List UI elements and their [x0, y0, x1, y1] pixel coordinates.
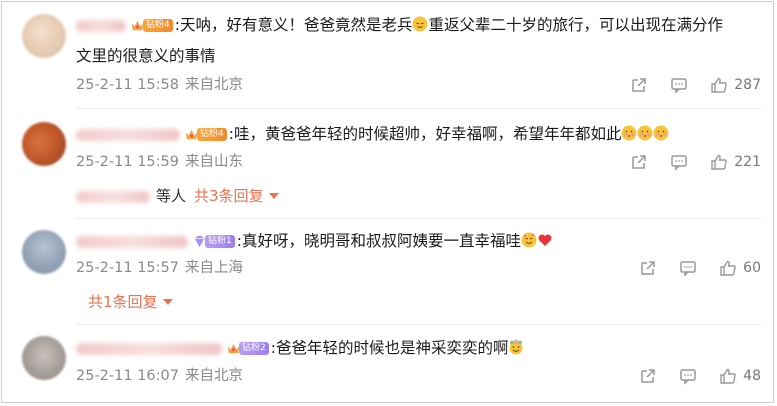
- username-blurred[interactable]: [76, 235, 188, 248]
- share-icon[interactable]: [630, 76, 648, 94]
- like-count: 60: [743, 260, 761, 276]
- reply-summary: 共1条回复: [88, 291, 173, 313]
- comment-icon[interactable]: [670, 153, 688, 171]
- thumbs-up-icon[interactable]: [719, 367, 737, 385]
- timestamp: 25-2-11 16:07: [76, 368, 179, 384]
- share-icon[interactable]: [639, 259, 657, 277]
- comment-text-continued: 重返父辈二十岁的旅行，可以出现在满分作: [428, 16, 723, 34]
- chevron-down-icon[interactable]: [162, 299, 173, 305]
- thumbs-up-icon[interactable]: [710, 76, 728, 94]
- badge-label: 钻粉2: [239, 342, 269, 355]
- timestamp: 25-2-11 15:59: [76, 154, 179, 170]
- comment-actions: 48: [639, 366, 761, 386]
- fan-badge: 钻粉1: [192, 234, 235, 249]
- avatar[interactable]: [22, 230, 66, 274]
- comment-meta: 25-2-11 15:59 来自山东: [76, 152, 243, 172]
- like-count: 48: [743, 368, 761, 384]
- timestamp: 25-2-11 15:57: [76, 260, 179, 276]
- username-blurred[interactable]: [76, 342, 222, 355]
- smiling-hearts-emoji-icon: [521, 232, 537, 248]
- comment-icon[interactable]: [679, 259, 697, 277]
- like-count: 287: [734, 77, 761, 93]
- comment-text: :天呐，好有意义！爸爸竟然是老兵: [174, 16, 413, 34]
- share-icon[interactable]: [630, 153, 648, 171]
- flower-face-emoji-icon: [509, 339, 523, 355]
- fan-badge: 钻粉2: [226, 341, 269, 356]
- comment-meta: 25-2-11 15:58 来自北京: [76, 75, 243, 95]
- comment-meta: 25-2-11 15:57 来自上海: [76, 258, 243, 278]
- blushing-kiss-emoji-icon: [621, 125, 637, 141]
- relieved-face-emoji-icon: [412, 16, 428, 32]
- location: 来自北京: [185, 368, 243, 384]
- username-blurred[interactable]: [76, 19, 126, 32]
- comment-icon[interactable]: [670, 76, 688, 94]
- reply-summary: 等人 共3条回复: [76, 185, 279, 207]
- chevron-down-icon[interactable]: [268, 193, 279, 199]
- divider: [76, 218, 761, 219]
- comment-actions: 221: [630, 152, 761, 172]
- blushing-kiss-emoji-icon: [637, 125, 653, 141]
- timestamp: 25-2-11 15:58: [76, 77, 179, 93]
- blushing-kiss-emoji-icon: [653, 125, 669, 141]
- location: 来自上海: [185, 260, 243, 276]
- thumbs-up-icon[interactable]: [710, 153, 728, 171]
- share-icon[interactable]: [639, 367, 657, 385]
- avatar[interactable]: [22, 122, 66, 166]
- avatar[interactable]: [22, 14, 66, 58]
- fan-badge: 钻粉4: [130, 18, 173, 33]
- view-replies-link[interactable]: 共1条回复: [88, 293, 158, 311]
- comment-actions: 60: [639, 258, 761, 278]
- badge-label: 钻粉4: [197, 128, 227, 141]
- comment-actions: 287: [630, 75, 761, 95]
- heart-icon: [538, 234, 552, 246]
- badge-label: 钻粉4: [143, 19, 173, 32]
- view-replies-link[interactable]: 共3条回复: [194, 187, 264, 205]
- thumbs-up-icon[interactable]: [719, 259, 737, 277]
- username-blurred[interactable]: [76, 128, 180, 141]
- divider: [76, 324, 761, 325]
- comment-text: :爸爸年轻的时候也是神采奕奕的啊: [270, 339, 509, 357]
- like-count: 221: [734, 154, 761, 170]
- fan-badge: 钻粉4: [184, 127, 227, 142]
- comment-text-line2: 文里的很意义的事情: [76, 47, 216, 65]
- comment-text: :真好呀，晓明哥和叔叔阿姨要一直幸福哇: [236, 232, 521, 250]
- reply-prefix: 等人: [156, 187, 187, 205]
- location: 来自北京: [185, 77, 243, 93]
- comment-icon[interactable]: [679, 367, 697, 385]
- badge-label: 钻粉1: [205, 235, 235, 248]
- avatar[interactable]: [22, 336, 66, 380]
- comment-meta: 25-2-11 16:07 来自北京: [76, 366, 243, 386]
- location: 来自山东: [185, 154, 243, 170]
- replier-names-blurred[interactable]: [76, 190, 150, 203]
- divider: [76, 108, 761, 109]
- comment-text: :哇，黄爸爸年轻的时候超帅，好幸福啊，希望年年都如此: [228, 125, 622, 143]
